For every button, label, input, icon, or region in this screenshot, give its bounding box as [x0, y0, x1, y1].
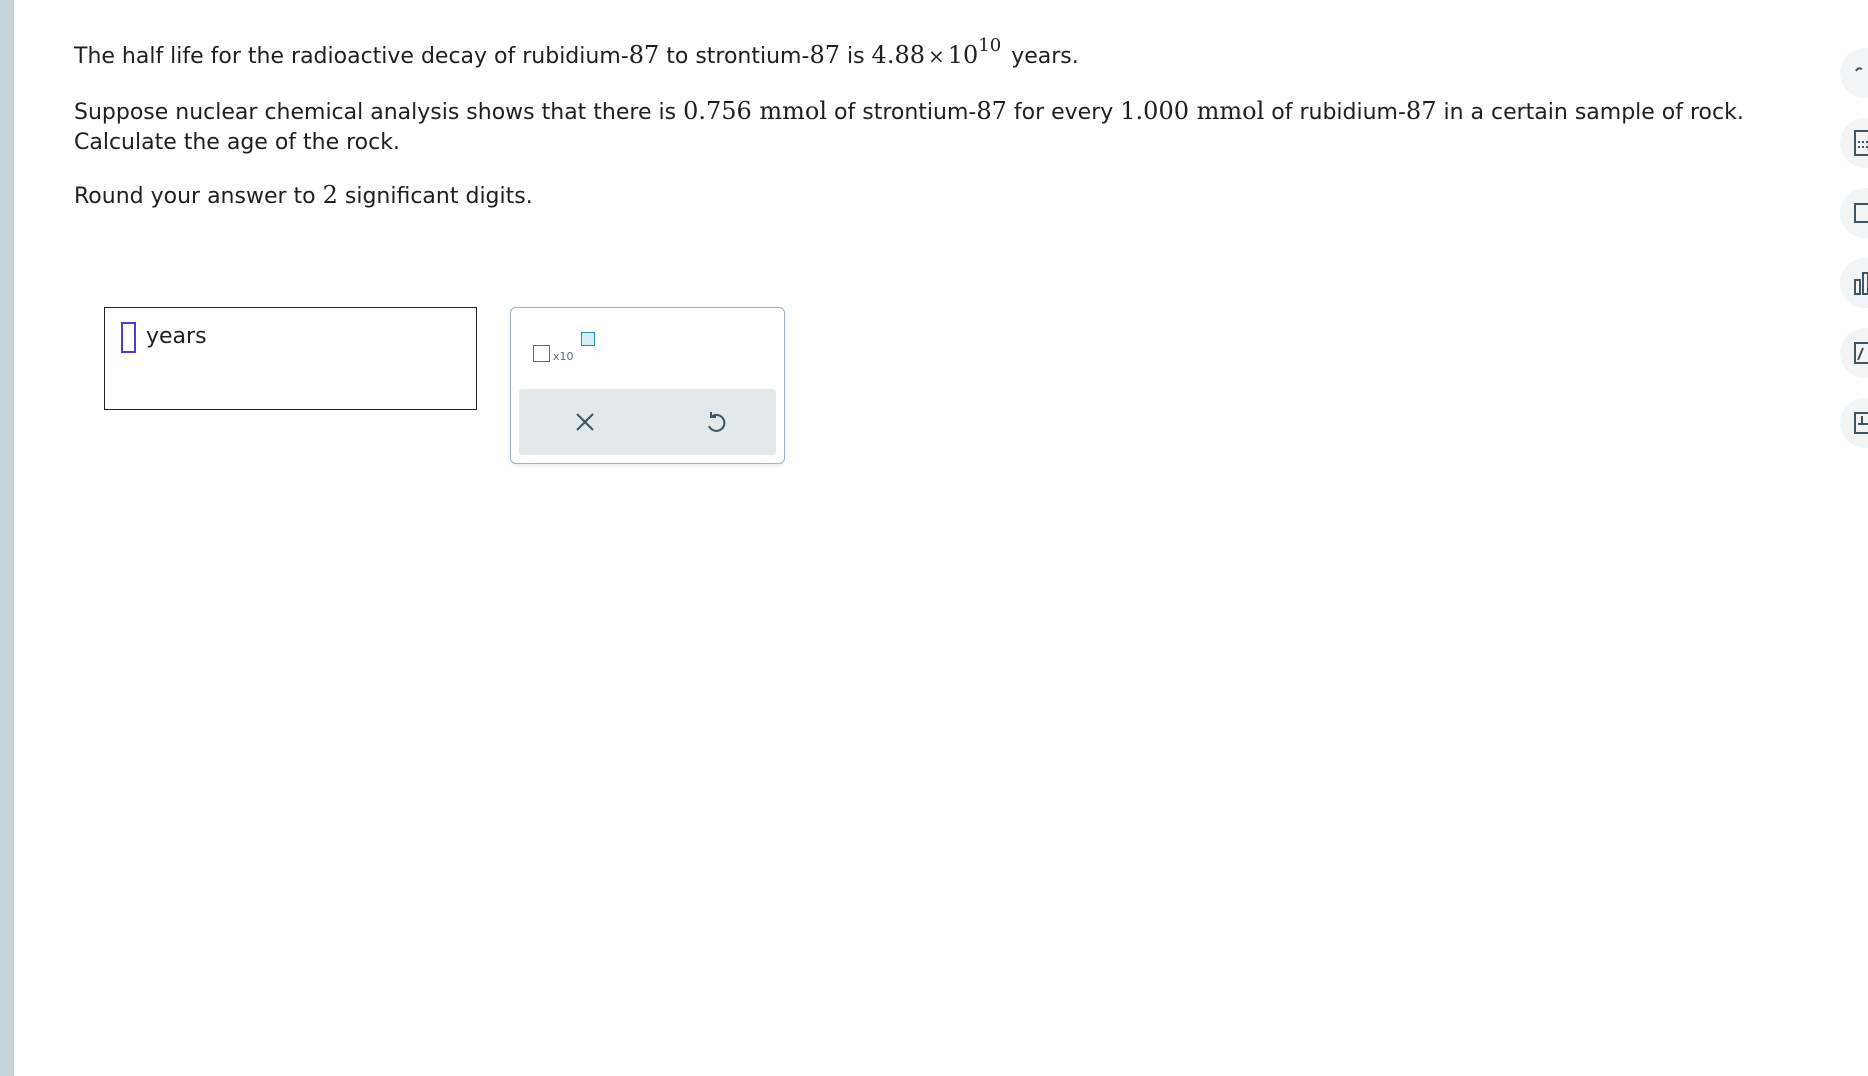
action-bar: [519, 389, 776, 455]
reference-icon: [1854, 342, 1868, 364]
close-icon: [576, 413, 594, 431]
math-number: 87: [1405, 97, 1437, 125]
strontium-amount: 0.756 mmol: [683, 97, 828, 125]
rounding-instruction: Round your answer to 2 significant digit…: [74, 180, 1774, 212]
math-number: 87: [976, 97, 1007, 125]
text-segment: significant digits.: [337, 184, 533, 209]
side-tool-chart[interactable]: [1840, 258, 1868, 308]
half-life-mantissa: 4.88: [871, 41, 925, 69]
answer-unit-label: years: [146, 324, 207, 349]
text-segment: of rubidium-: [1264, 100, 1406, 125]
undo-button[interactable]: [699, 406, 731, 438]
bar-chart-icon: [1854, 272, 1868, 295]
times-sign: ×: [927, 44, 945, 68]
x10-label: x10: [553, 350, 574, 363]
half-life-exponent: 10: [978, 35, 1002, 56]
exponent-box-icon: [581, 332, 595, 346]
question-instruction: Calculate the age of the rock.: [74, 130, 400, 155]
undo-icon: [708, 412, 726, 432]
significant-digits-number: 2: [322, 181, 338, 209]
question-text: The half life for the radioactive decay …: [74, 37, 1774, 212]
answer-input-box[interactable]: years: [104, 307, 477, 410]
math-tool-panel: x10: [510, 307, 785, 464]
question-line-half-life: The half life for the radioactive decay …: [74, 37, 1774, 82]
text-segment: is: [839, 44, 872, 69]
question-line-analysis: Suppose nuclear chemical analysis shows …: [74, 96, 1774, 158]
text-segment: Round your answer to: [74, 184, 323, 209]
chevron-icon: [1855, 67, 1863, 72]
periodic-table-icon: [1854, 412, 1868, 434]
side-tool-reference[interactable]: [1840, 328, 1868, 378]
rubidium-amount: 1.000 mmol: [1120, 97, 1265, 125]
notes-icon: [1854, 203, 1868, 223]
side-tool-collapse[interactable]: [1840, 48, 1868, 98]
text-segment: The half life for the radioactive decay …: [74, 44, 629, 69]
text-segment: years.: [1011, 44, 1079, 69]
answer-input-slot[interactable]: [121, 322, 136, 353]
text-segment: in a certain sample of rock.: [1436, 100, 1744, 125]
clear-button[interactable]: [569, 406, 601, 438]
base-box-icon: [533, 345, 550, 362]
side-tool-notes[interactable]: [1840, 188, 1868, 238]
scientific-notation-button[interactable]: x10: [533, 332, 595, 364]
text-segment: to strontium-: [659, 44, 810, 69]
side-tool-periodic-table[interactable]: [1840, 398, 1868, 448]
left-accent-bar: [0, 0, 14, 1076]
text-segment: of strontium-: [827, 100, 977, 125]
half-life-base: 10: [947, 41, 979, 69]
side-tool-calculator[interactable]: [1840, 118, 1868, 168]
calculator-icon: [1854, 130, 1868, 156]
math-number: 87: [809, 41, 840, 69]
text-segment: Suppose nuclear chemical analysis shows …: [74, 100, 684, 125]
text-segment: for every: [1006, 100, 1121, 125]
math-number: 87: [628, 41, 660, 69]
half-life-value: 4.88 × 1010: [871, 37, 1002, 70]
